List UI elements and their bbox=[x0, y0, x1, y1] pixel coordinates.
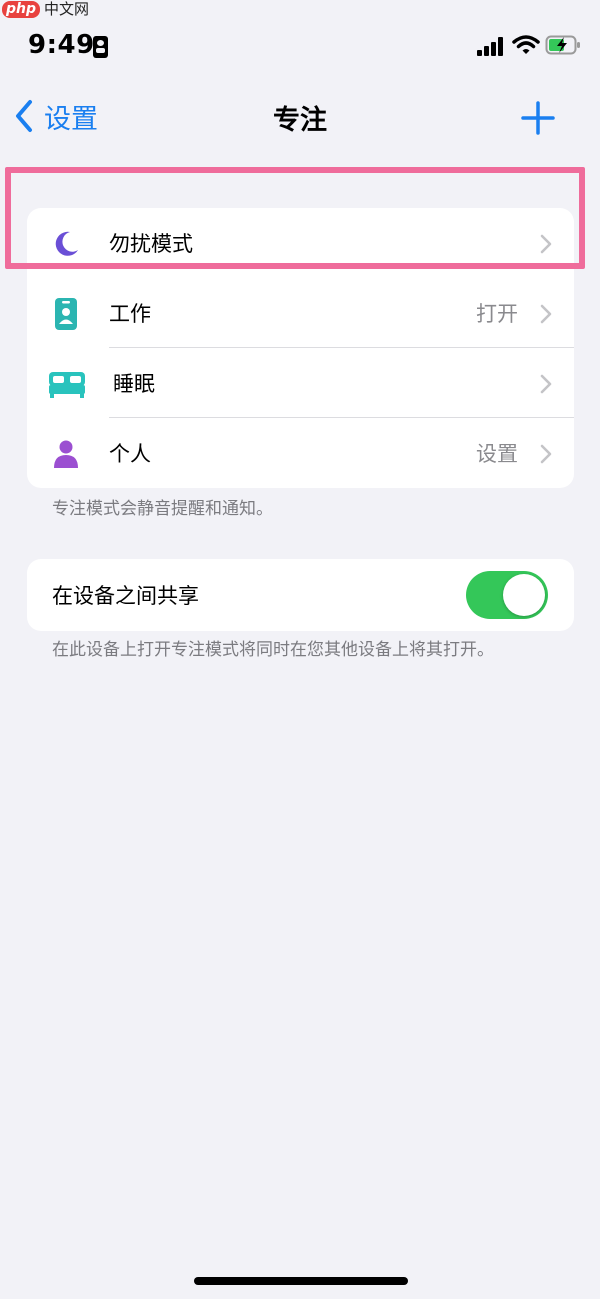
watermark-logo: php bbox=[2, 0, 41, 18]
focus-row-work[interactable]: 工作 打开 bbox=[27, 278, 574, 348]
contact-card-icon bbox=[93, 36, 108, 58]
row-value: 设置 bbox=[476, 442, 518, 466]
watermark: php 中文网 bbox=[2, 0, 89, 18]
person-icon bbox=[49, 437, 83, 471]
share-footnote: 在此设备上打开专注模式将同时在您其他设备上将其打开。 bbox=[52, 640, 494, 660]
battery-charging-icon bbox=[545, 35, 580, 55]
page-title: 专注 bbox=[273, 105, 327, 136]
bed-icon bbox=[47, 367, 87, 401]
toggle-knob bbox=[503, 574, 545, 616]
share-across-devices-row: 在设备之间共享 bbox=[27, 559, 574, 631]
focus-footnote: 专注模式会静音提醒和通知。 bbox=[52, 499, 273, 519]
status-time: 9:49 bbox=[28, 30, 95, 60]
focus-row-personal[interactable]: 个人 设置 bbox=[27, 418, 574, 488]
focus-row-sleep[interactable]: 睡眠 bbox=[27, 348, 574, 418]
share-toggle[interactable] bbox=[466, 571, 548, 619]
add-focus-button[interactable] bbox=[520, 100, 556, 136]
chevron-right-icon bbox=[540, 444, 552, 464]
watermark-text: 中文网 bbox=[44, 0, 90, 18]
row-label: 睡眠 bbox=[113, 372, 155, 396]
chevron-right-icon bbox=[540, 234, 552, 254]
share-across-devices-group: 在设备之间共享 bbox=[27, 559, 574, 631]
wifi-icon bbox=[512, 35, 540, 54]
row-label: 个人 bbox=[109, 442, 151, 466]
cellular-signal-icon bbox=[477, 36, 505, 56]
focus-modes-list: 勿扰模式 工作 打开 睡眠 个人 设置 bbox=[27, 208, 574, 488]
moon-icon bbox=[49, 227, 83, 261]
row-label: 勿扰模式 bbox=[109, 232, 193, 256]
navigation-bar: 设置 专注 bbox=[0, 88, 600, 144]
focus-row-do-not-disturb[interactable]: 勿扰模式 bbox=[27, 208, 574, 278]
home-indicator bbox=[194, 1277, 408, 1285]
chevron-right-icon bbox=[540, 374, 552, 394]
row-value: 打开 bbox=[476, 302, 518, 326]
id-badge-icon bbox=[49, 297, 83, 331]
share-label: 在设备之间共享 bbox=[52, 584, 199, 608]
chevron-right-icon bbox=[540, 304, 552, 324]
status-bar: 9:49 bbox=[0, 24, 600, 68]
row-label: 工作 bbox=[109, 302, 151, 326]
